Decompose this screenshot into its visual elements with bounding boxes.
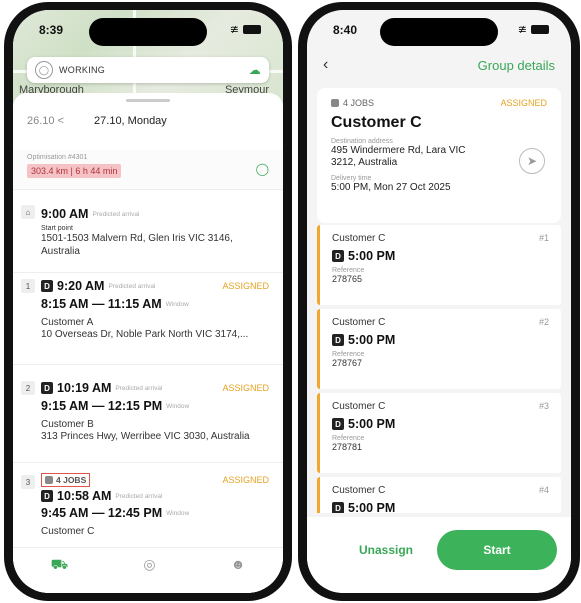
tab-bar: ⛟ ◎ ☻ [13,547,283,593]
dynamic-island [380,18,498,46]
delivery-icon: D [332,334,344,346]
customer-name: Customer C [331,114,422,131]
group-icon [331,99,339,107]
phone-left: 8:39 ≇ ◯ WORKING ☁ Maryborough Seymour 2… [4,2,292,601]
unassign-button[interactable]: Unassign [359,543,413,557]
battery-icon [531,25,549,34]
customer-name: Customer C [41,526,95,537]
job-card-2[interactable]: Customer C #2 D 5:00 PM Reference 278767 [317,309,561,389]
start-time: 9:00 AM [41,207,89,221]
customer-name: Customer B [41,419,94,430]
avatar-icon: ◯ [35,61,53,79]
working-status-bar[interactable]: ◯ WORKING ☁ [27,57,269,83]
stop-address: 313 Princes Hwy, Werribee VIC 3030, Aust… [41,431,250,442]
customer-name: Customer A [41,317,94,328]
date-prev[interactable]: 26.10 < [27,115,64,127]
wifi-icon: ≇ [229,24,239,36]
phone-right: 8:40 ≇ ‹ Group details 4 JOBS ASSIGNED Cu… [298,2,580,601]
status-badge: ASSIGNED [500,98,547,108]
start-address: 1501-1503 Malvern Rd, Glen Iris VIC 3146… [41,233,233,257]
sheet-handle[interactable] [126,99,170,102]
date-current: 27.10, Monday [94,115,167,127]
dynamic-island [89,18,207,46]
status-icons: ≇ [518,23,549,36]
status-badge: ASSIGNED [222,383,269,393]
status-time: 8:40 [333,23,358,37]
reference-value: 278781 [332,442,363,452]
optimisation-badge: 303.4 km | 6 h 44 min [27,164,122,178]
route-screen: 8:39 ≇ ◯ WORKING ☁ Maryborough Seymour 2… [13,10,283,593]
shield-check-icon[interactable]: ◯ [256,162,269,176]
route-sheet: 26.10 < 27.10, Monday Optimisation #4301… [13,93,283,593]
delivery-icon: D [332,418,344,430]
job-number: #2 [538,317,549,327]
stop-item-2[interactable]: 2 D 10:19 AM Predicted arrival ASSIGNED 9:1… [13,377,283,463]
chevron-left-icon: < [57,115,65,127]
start-point-item[interactable]: ⌂ 9:00 AM Predicted arrival Start point 1… [13,201,283,273]
navigate-icon[interactable]: ➤ [519,148,545,174]
stop-item-1[interactable]: 1 D 9:20 AM Predicted arrival ASSIGNED 8:15… [13,275,283,365]
optimisation-label: Optimisation #4301 [27,154,88,161]
stop-index: 3 [21,475,35,489]
job-card-1[interactable]: Customer C #1 D 5:00 PM Reference 278765 [317,225,561,305]
job-card-4[interactable]: Customer C #4 D 5:00 PM [317,477,561,513]
status-badge: ASSIGNED [222,475,269,485]
stop-index: 2 [21,381,35,395]
group-details-screen: 8:40 ≇ ‹ Group details 4 JOBS ASSIGNED Cu… [307,10,571,593]
status-icons: ≇ [230,23,261,36]
start-button[interactable]: Start [437,530,557,570]
group-header-card: 4 JOBS ASSIGNED Customer C Destination ad… [317,88,561,223]
reference-value: 278765 [332,274,363,284]
group-icon [45,476,53,484]
stop-item-3[interactable]: 3 4 JOBS ASSIGNED D 10:58 AM Predicted arri… [13,471,283,551]
reference-value: 278767 [332,358,363,368]
working-label: WORKING [59,65,106,75]
delivery-time: 5:00 PM, Mon 27 Oct 2025 [331,182,451,193]
job-number: #4 [538,485,549,495]
location-pin-icon[interactable]: ◎ [143,556,155,573]
back-arrow-icon[interactable]: ‹ [323,56,328,74]
optimisation-summary: Optimisation #4301 303.4 km | 6 h 44 min… [13,150,283,190]
delivery-icon: D [41,490,53,502]
destination-address: 495 Windermere Rd, Lara VIC 3212, Austra… [331,145,466,168]
cloud-sync-icon[interactable]: ☁ [249,63,261,77]
truck-icon[interactable]: ⛟ [51,556,69,575]
job-number: #1 [538,233,549,243]
jobs-count: 4 JOBS [343,98,375,108]
date-bar: 26.10 < 27.10, Monday [13,107,283,135]
battery-icon [243,25,261,34]
profile-icon[interactable]: ☻ [231,556,246,572]
wifi-icon: ≇ [517,24,527,36]
job-number: #3 [538,401,549,411]
address-label: Destination address [331,138,393,145]
job-card-3[interactable]: Customer C #3 D 5:00 PM Reference 278781 [317,393,561,473]
action-bar: Unassign Start [307,517,571,593]
start-label: Start point [41,225,73,232]
delivery-label: Delivery time [331,175,372,182]
stop-address: 10 Overseas Dr, Noble Park North VIC 317… [41,329,249,340]
status-time: 8:39 [39,23,64,37]
stop-index: 1 [21,279,35,293]
nav-bar: ‹ Group details [307,54,571,76]
home-icon: ⌂ [21,205,35,219]
page-title: Group details [477,57,555,73]
delivery-icon: D [332,250,344,262]
delivery-icon: D [41,382,53,394]
jobs-list[interactable]: Customer C #1 D 5:00 PM Reference 278765 … [317,225,561,513]
delivery-icon: D [332,502,344,513]
status-badge: ASSIGNED [222,281,269,291]
jobs-group-badge[interactable]: 4 JOBS [41,473,91,487]
delivery-icon: D [41,280,53,292]
